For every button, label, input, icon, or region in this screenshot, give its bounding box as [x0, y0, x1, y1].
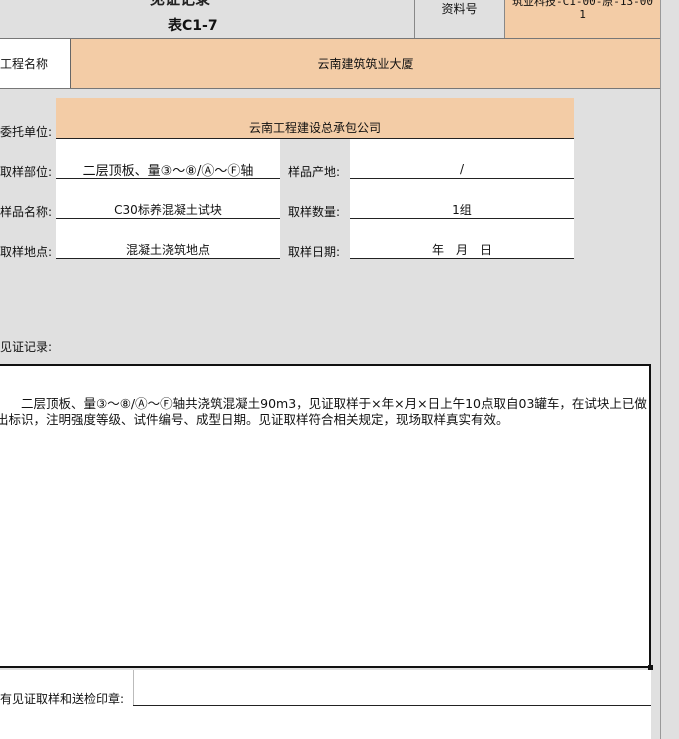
doc-no-cell: 筑业科技-C1-00-原-13-001 [505, 0, 660, 38]
form-code: 表C1-7 [168, 18, 218, 34]
date-value: 年 月 日 [431, 242, 492, 257]
location-label: 取样地点: [0, 245, 53, 259]
client-value-cell: 云南工程建设总承包公司 [56, 98, 574, 138]
form-title: 见证记录 [150, 0, 210, 9]
sampling-part-label: 取样部位: [0, 165, 53, 179]
header-block: 见证记录 表C1-7 [0, 0, 414, 38]
sample-name-label: 样品名称: [0, 205, 53, 219]
project-name-cell: 云南建筑筑业大厦 [71, 39, 660, 88]
origin-label: 样品产地: [288, 165, 341, 179]
sampling-part-value: 二层顶板、量③～⑧/Ⓐ～Ⓕ轴 [82, 163, 254, 179]
quantity-value: 1组 [452, 202, 472, 217]
project-name: 云南建筑筑业大厦 [317, 57, 414, 71]
project-label: 工程名称 [0, 57, 49, 71]
origin-value: / [459, 162, 465, 176]
client-label: 委托单位: [0, 125, 53, 139]
client-value: 云南工程建设总承包公司 [248, 121, 381, 135]
stamp-label: 有见证取样和送检印章: [0, 692, 125, 706]
witness-text: 二层顶板、量③～⑧/Ⓐ～Ⓕ轴共浇筑混凝土90m3，见证取样于×年×月×日上午10… [0, 396, 647, 427]
doc-no-value: 筑业科技-C1-00-原-13-001 [511, 0, 654, 21]
project-label-cell: 工程名称 [0, 39, 70, 88]
quantity-label: 取样数量: [288, 205, 341, 219]
witness-box[interactable]: 二层顶板、量③～⑧/Ⓐ～Ⓕ轴共浇筑混凝土90m3，见证取样于×年×月×日上午10… [0, 364, 651, 668]
doc-no-label: 资料号 [441, 1, 478, 16]
sample-name-value: C30标养混凝土试块 [114, 202, 222, 217]
location-value: 混凝土浇筑地点 [125, 242, 210, 257]
witness-label: 见证记录: [0, 340, 53, 354]
date-label: 取样日期: [288, 245, 341, 259]
